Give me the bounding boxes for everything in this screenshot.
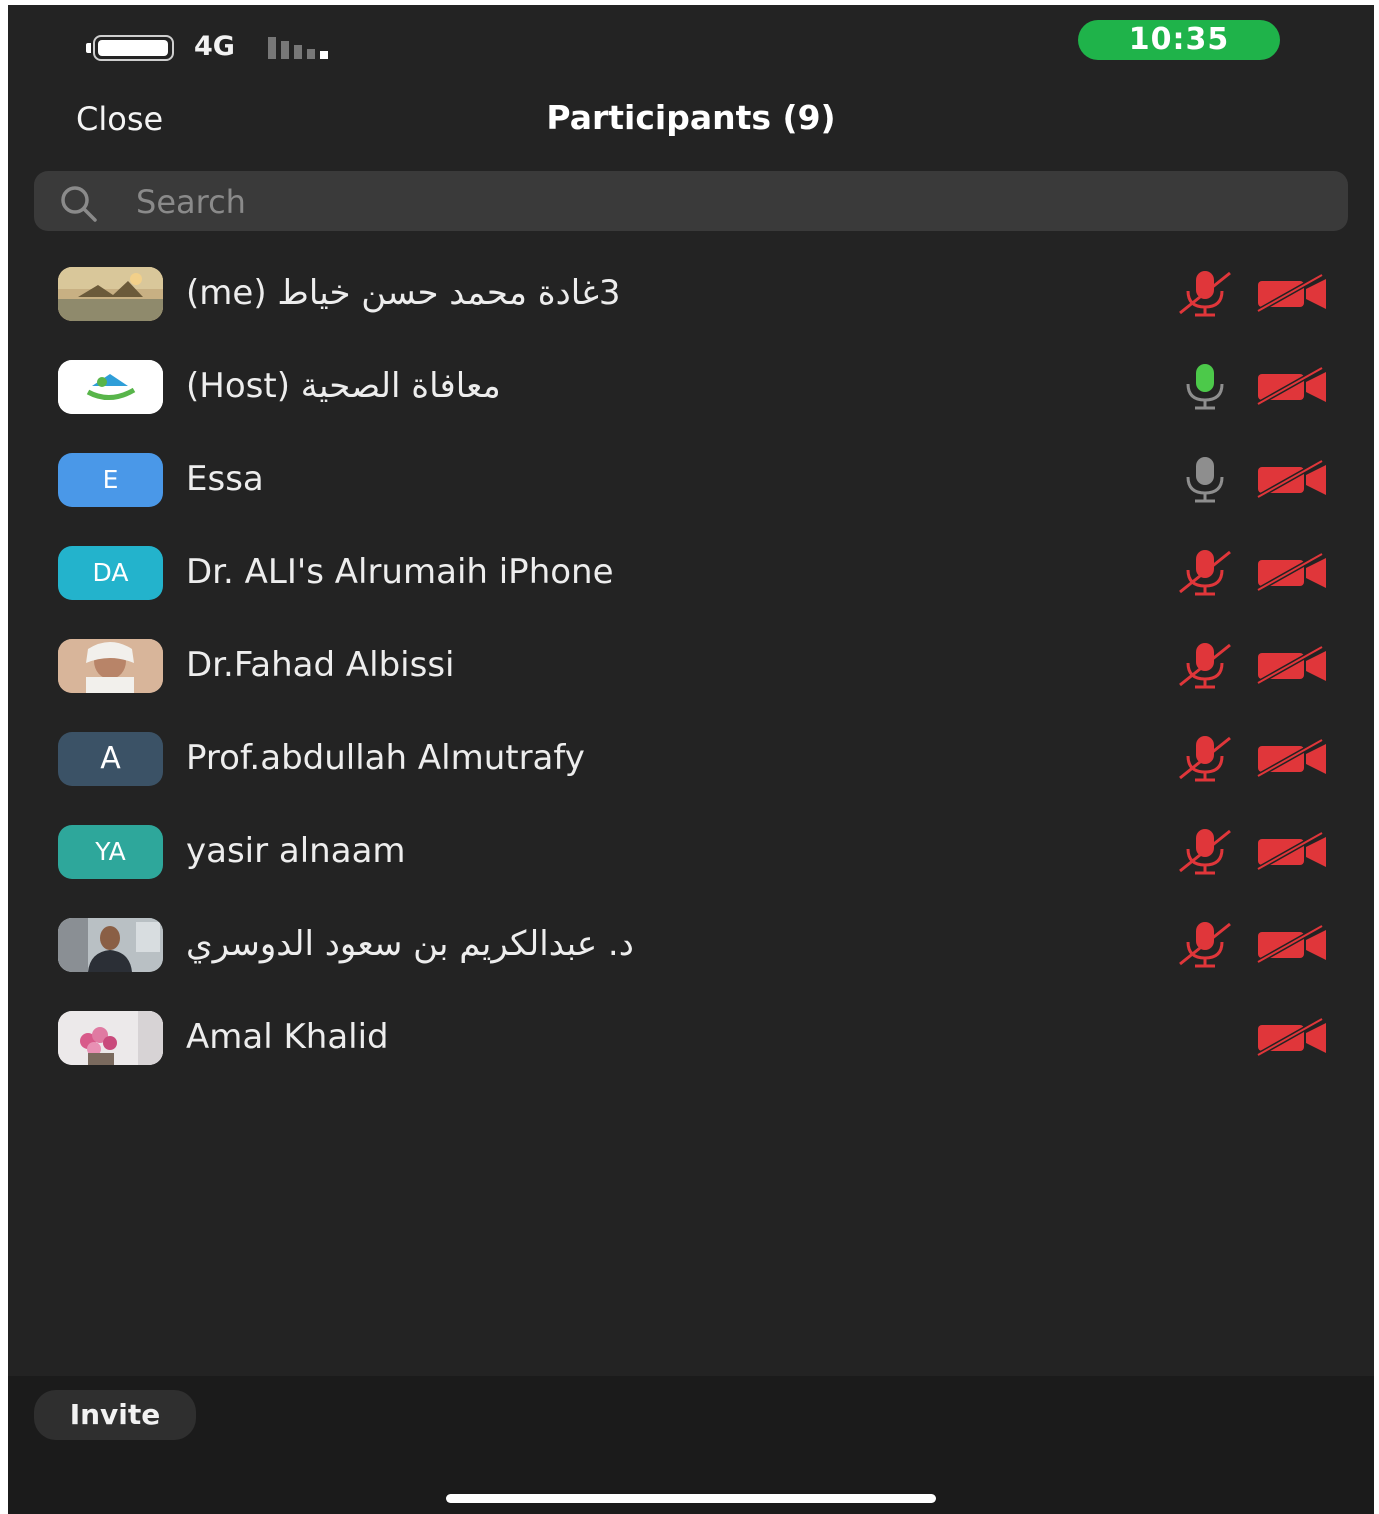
camera-off-icon[interactable] (1256, 366, 1328, 406)
participant-row[interactable]: YA yasir alnaam (8, 805, 1374, 898)
page-title: Participants (9) (546, 98, 836, 137)
search-bar[interactable] (34, 171, 1348, 233)
avatar-initials: A (100, 741, 121, 776)
avatar: A (58, 732, 163, 786)
camera-off-icon[interactable] (1256, 459, 1328, 499)
avatar (58, 267, 163, 321)
camera-off-icon[interactable] (1256, 273, 1328, 313)
participant-name: د. عبدالكريم بن سعود الدوسري (186, 924, 634, 964)
participant-name: Dr.Fahad Albissi (186, 645, 455, 685)
home-indicator[interactable] (446, 1494, 936, 1503)
camera-off-icon[interactable] (1256, 552, 1328, 592)
mic-active-icon[interactable] (1176, 362, 1234, 410)
participant-row[interactable]: DA Dr. ALI's Alrumaih iPhone (8, 526, 1374, 619)
camera-off-icon[interactable] (1256, 645, 1328, 685)
participant-name: Dr. ALI's Alrumaih iPhone (186, 552, 614, 592)
network-type: 4G (194, 31, 235, 62)
participant-row[interactable]: A Prof.abdullah Almutrafy (8, 712, 1374, 805)
avatar (58, 1011, 163, 1065)
camera-off-icon[interactable] (1256, 1017, 1328, 1057)
participants-screen: 4G 10:35 Close Participants (9) Search 3… (8, 5, 1374, 1514)
search-input[interactable] (134, 171, 1318, 233)
participant-name: Essa (186, 459, 264, 499)
status-time[interactable]: 10:35 (1078, 20, 1280, 60)
avatar-initials: E (102, 465, 119, 494)
avatar: YA (58, 825, 163, 879)
battery-icon (86, 35, 174, 61)
invite-button[interactable]: Invite (34, 1390, 196, 1440)
participant-row[interactable]: 3غادة محمد حسن خياط (me) (8, 247, 1374, 340)
participant-name: Amal Khalid (186, 1017, 389, 1057)
avatar: E (58, 453, 163, 507)
avatar (58, 918, 163, 972)
participant-row[interactable]: معافاة الصحية (Host) (8, 340, 1374, 433)
participant-row[interactable]: د. عبدالكريم بن سعود الدوسري (8, 898, 1374, 991)
mic-muted-icon[interactable] (1176, 920, 1234, 968)
bottom-toolbar: Invite (8, 1376, 1374, 1514)
avatar (58, 360, 163, 414)
mic-muted-icon[interactable] (1176, 827, 1234, 875)
camera-off-icon[interactable] (1256, 924, 1328, 964)
mic-muted-icon[interactable] (1176, 548, 1234, 596)
participant-name: yasir alnaam (186, 831, 406, 871)
mic-muted-icon[interactable] (1176, 641, 1234, 689)
mic-muted-icon[interactable] (1176, 734, 1234, 782)
participant-row[interactable]: Amal Khalid (8, 991, 1374, 1084)
participant-name: معافاة الصحية (Host) (186, 366, 501, 406)
participant-name: 3غادة محمد حسن خياط (me) (186, 273, 621, 313)
mic-icon[interactable] (1176, 455, 1234, 503)
avatar-initials: DA (92, 558, 129, 587)
mic-muted-icon[interactable] (1176, 269, 1234, 317)
avatar: DA (58, 546, 163, 600)
participant-list: 3غادة محمد حسن خياط (me) معافاة الصحية (… (8, 247, 1374, 1084)
search-icon (61, 186, 97, 222)
signal-strength-icon (268, 35, 338, 59)
participant-row[interactable]: E Essa (8, 433, 1374, 526)
camera-off-icon[interactable] (1256, 831, 1328, 871)
participant-name: Prof.abdullah Almutrafy (186, 738, 585, 778)
avatar (58, 639, 163, 693)
camera-off-icon[interactable] (1256, 738, 1328, 778)
avatar-initials: YA (95, 837, 126, 866)
participant-row[interactable]: Dr.Fahad Albissi (8, 619, 1374, 712)
